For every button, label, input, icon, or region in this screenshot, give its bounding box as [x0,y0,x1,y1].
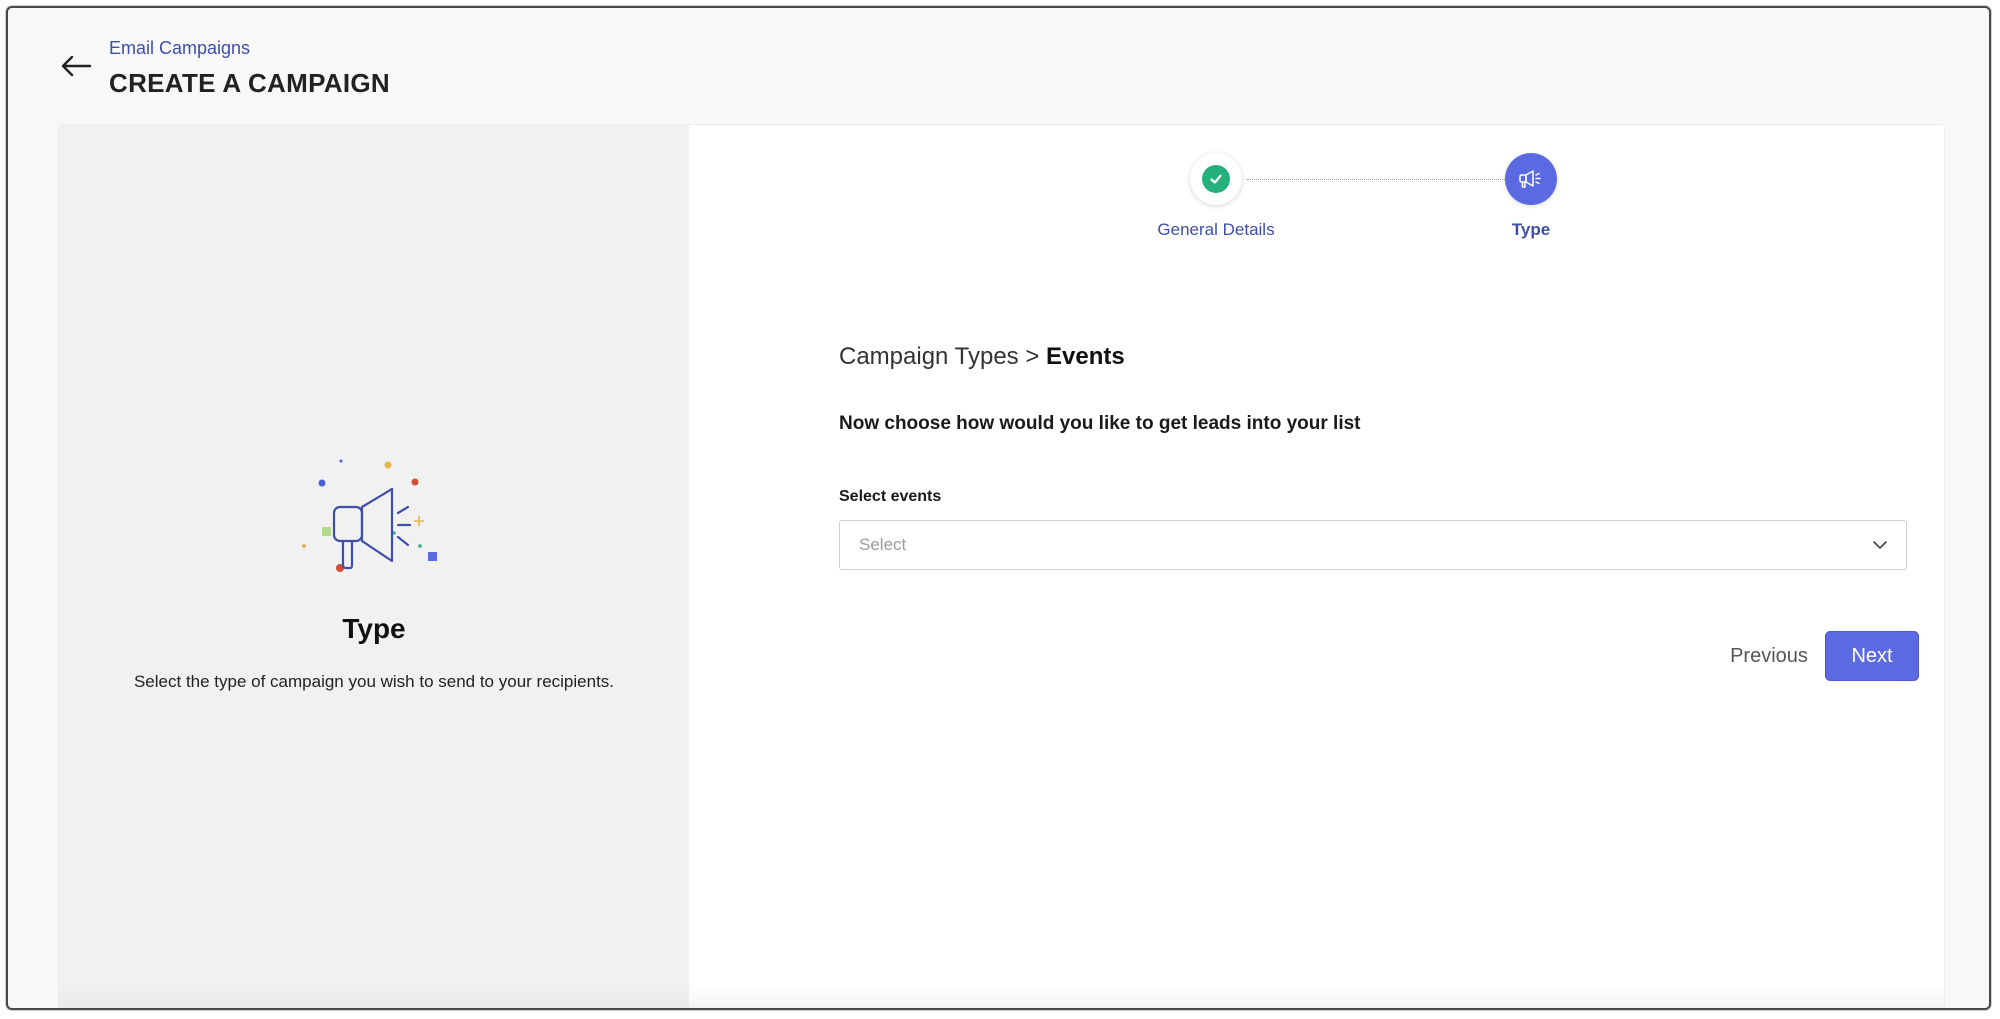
step-type[interactable]: Type [1451,153,1611,240]
back-arrow-icon[interactable] [56,46,96,86]
wizard-card: Type Select the type of campaign you wis… [58,124,1945,1008]
megaphone-icon [1519,170,1541,188]
chevron-down-icon [1873,541,1887,549]
breadcrumb-parent[interactable]: Campaign Types > [839,343,1039,370]
next-button[interactable]: Next [1825,631,1919,681]
form-panel: General Details Type Campaign Types > Ev… [689,125,1944,1008]
page-title: CREATE A CAMPAIGN [109,68,390,98]
step-label-type: Type [1511,220,1551,239]
megaphone-icon [302,459,437,572]
app-window: Email Campaigns CREATE A CAMPAIGN Type S… [6,6,1991,1010]
check-icon [1202,165,1230,193]
select-events-label: Select events [839,488,942,505]
breadcrumb-email-campaigns[interactable]: Email Campaigns [109,38,250,59]
instruction-text: Now choose how would you like to get lea… [839,413,1361,434]
breadcrumb-current: Events [1046,343,1125,370]
left-panel-description: Select the type of campaign you wish to … [133,672,615,691]
campaign-types-breadcrumb: Campaign Types > Events [839,343,1125,371]
left-info-panel: Type Select the type of campaign you wis… [59,125,689,1008]
select-events-dropdown[interactable]: Select [839,520,1907,570]
select-events-placeholder: Select [859,535,907,554]
step-general-details[interactable]: General Details [1136,153,1296,240]
previous-button[interactable]: Previous [1709,631,1829,681]
step-label-general-details: General Details [1157,220,1275,239]
left-panel-title: Type [342,613,406,644]
step-active-indicator [1505,153,1557,205]
step-complete-indicator [1190,153,1242,205]
